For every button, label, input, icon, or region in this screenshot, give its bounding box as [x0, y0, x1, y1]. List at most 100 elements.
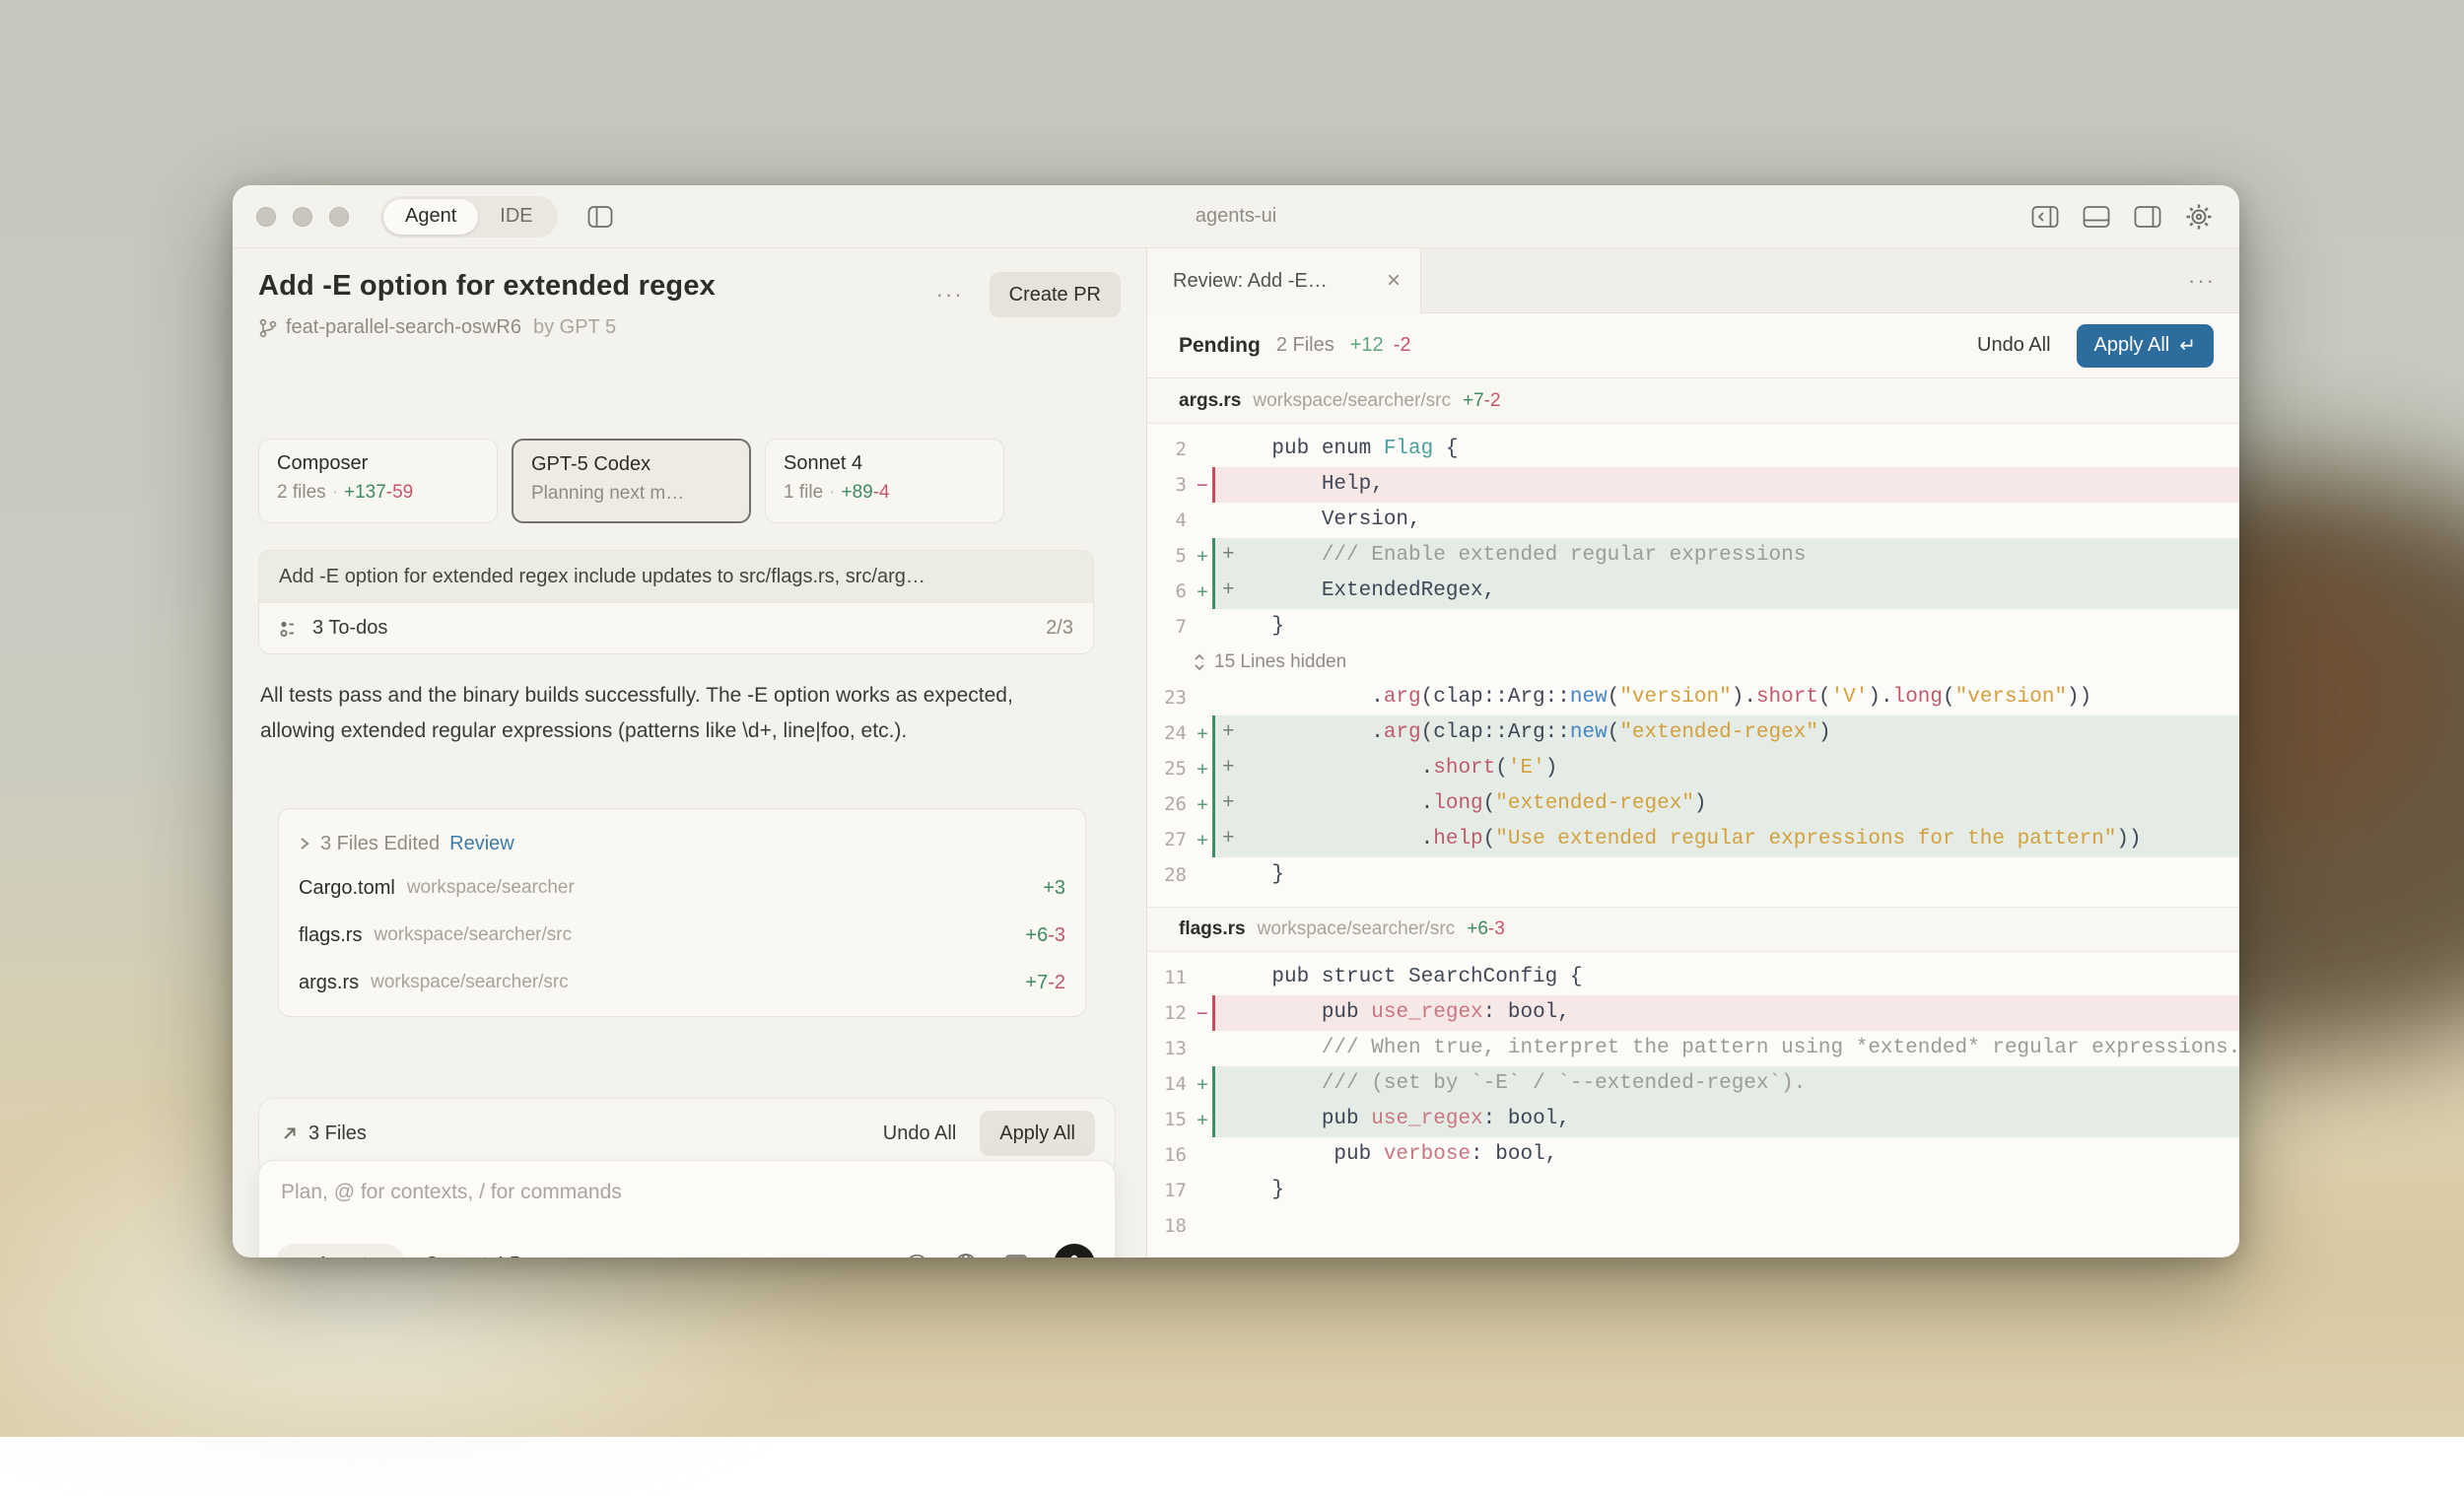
chevron-right-icon — [299, 836, 310, 851]
diff-row-body: + /// Enable extended regular expression… — [1212, 538, 2239, 574]
review-apply-all-button[interactable]: Apply All ↵ — [2077, 324, 2214, 368]
file-path: workspace/searcher/src — [374, 924, 572, 946]
mode-switch: AgentIDE — [380, 196, 558, 238]
diff-marker — [1193, 857, 1212, 893]
branch-name: feat-parallel-search-oswR6 — [286, 316, 521, 339]
diff-row-body: pub struct SearchConfig { — [1212, 960, 2239, 995]
attach-image-icon[interactable] — [1003, 1252, 1029, 1258]
review-tab-bar: Review: Add -E… × ··· — [1147, 248, 2239, 313]
line-number: 3 — [1147, 467, 1193, 503]
diff-row: 7 } — [1147, 609, 2239, 645]
diff-file-name: args.rs — [1179, 390, 1241, 412]
collapse-panel-icon[interactable] — [2030, 202, 2060, 232]
diff-marker — [1193, 609, 1212, 645]
composer-input[interactable]: Plan, @ for contexts, / for commands — [281, 1181, 1093, 1204]
diff-marker: + — [1193, 786, 1212, 822]
thread-menu-button[interactable]: ··· — [936, 282, 964, 307]
agent-card-files: 1 file — [784, 482, 823, 503]
agent-cards: Composer2 files·+137-59GPT-5 CodexPlanni… — [258, 439, 1004, 523]
diff-file-path: workspace/searcher/src — [1258, 918, 1456, 940]
hidden-lines-row[interactable]: 15 Lines hidden — [1147, 645, 2239, 680]
web-search-icon[interactable] — [953, 1252, 979, 1258]
apply-all-label: Apply All — [2094, 334, 2170, 357]
code-line: + .arg(clap::Arg::new("extended-regex") — [1215, 715, 1831, 751]
code-line — [1215, 1208, 1222, 1244]
line-number: 11 — [1147, 960, 1193, 995]
mode-tab-ide[interactable]: IDE — [478, 199, 554, 235]
code-line: } — [1215, 857, 1284, 893]
diff-marker — [1193, 503, 1212, 538]
undo-all-button[interactable]: Undo All — [883, 1122, 957, 1145]
diff-row: 18 — [1147, 1208, 2239, 1244]
agent-card[interactable]: GPT-5 CodexPlanning next m… — [512, 439, 751, 523]
settings-gear-icon[interactable] — [2184, 202, 2214, 232]
agent-card-files: 2 files — [277, 482, 326, 503]
line-number: 26 — [1147, 786, 1193, 822]
todos-row[interactable]: 3 To-dos 2/3 — [259, 602, 1093, 653]
diff-code-block: 11 pub struct SearchConfig {12− pub use_… — [1147, 952, 2239, 1257]
line-number: 4 — [1147, 503, 1193, 538]
review-tab[interactable]: Review: Add -E… × — [1147, 248, 1421, 313]
edited-file-row[interactable]: Cargo.tomlworkspace/searcher+3 — [299, 864, 1065, 912]
diff-file-header[interactable]: args.rsworkspace/searcher/src+7-2 — [1147, 378, 2239, 424]
apply-all-button[interactable]: Apply All — [980, 1111, 1095, 1156]
code-line: + .long("extended-regex") — [1215, 786, 1707, 822]
diff-marker: − — [1193, 995, 1212, 1031]
agent-card-meta: 2 files·+137-59 — [277, 482, 479, 504]
titlebar: AgentIDE agents-ui — [233, 185, 2239, 248]
files-edited-header[interactable]: 3 Files Edited Review — [299, 823, 1065, 864]
diff-file-deletions: -2 — [1484, 390, 1501, 411]
agent-card[interactable]: Sonnet 41 file·+89-4 — [765, 439, 1004, 523]
diff-marker — [1193, 1208, 1212, 1244]
diff-marker — [1193, 1031, 1212, 1066]
diff-marker: + — [1193, 1102, 1212, 1137]
mode-tab-agent[interactable]: Agent — [383, 199, 478, 235]
close-tab-icon[interactable]: × — [1387, 267, 1401, 295]
hidden-lines-inner: 15 Lines hidden — [1147, 651, 1346, 673]
task-box[interactable]: Add -E option for extended regex include… — [258, 550, 1094, 654]
close-window-button[interactable] — [256, 207, 276, 227]
agent-card[interactable]: Composer2 files·+137-59 — [258, 439, 498, 523]
diff-file-header[interactable]: flags.rsworkspace/searcher/src+6-3 — [1147, 907, 2239, 952]
file-deletions: -3 — [1048, 924, 1065, 946]
review-toolbar: Pending 2 Files +12 -2 Undo All Apply Al… — [1147, 313, 2239, 378]
edited-file-row[interactable]: flags.rs workspace/searcher/src +6-3 — [299, 912, 1065, 959]
diff-row-body — [1212, 1208, 2239, 1244]
mention-context-button[interactable]: @ — [904, 1251, 928, 1258]
bottom-panel-icon[interactable] — [2082, 202, 2111, 232]
file-name: flags.rs — [299, 924, 362, 947]
files-edited-label: 3 Files Edited — [320, 833, 440, 855]
diff-marker: + — [1193, 715, 1212, 751]
diff-row-body: + .long("extended-regex") — [1212, 786, 2239, 822]
minimize-window-button[interactable] — [293, 207, 312, 227]
files-count[interactable]: 3 Files — [281, 1122, 367, 1145]
review-menu-button[interactable]: ··· — [2188, 268, 2216, 294]
diff-row-body: + .help("Use extended regular expression… — [1212, 822, 2239, 857]
file-diffstat: +3 — [1043, 877, 1065, 900]
right-panel-icon[interactable] — [2133, 202, 2162, 232]
file-diffstat: +6-3 — [1025, 924, 1065, 947]
sidebar-toggle-icon[interactable] — [585, 202, 615, 232]
line-number: 6 — [1147, 574, 1193, 609]
create-pr-button[interactable]: Create PR — [990, 272, 1121, 317]
diff-marker: − — [1193, 467, 1212, 503]
review-tab-title: Review: Add -E… — [1173, 270, 1328, 293]
microphone-button[interactable] — [1054, 1244, 1095, 1258]
diff-row-body: pub enum Flag { — [1212, 432, 2239, 467]
file-additions: +3 — [1043, 877, 1065, 899]
todos-label: 3 To-dos — [312, 617, 387, 640]
diff-row-body: } — [1212, 609, 2239, 645]
app-title: agents-ui — [1196, 205, 1276, 228]
file-deletions: -2 — [1048, 972, 1065, 993]
agent-mode-dropdown[interactable]: ∞ Agent — [275, 1244, 405, 1258]
review-undo-all-button[interactable]: Undo All — [1977, 334, 2051, 357]
review-link[interactable]: Review — [449, 833, 514, 855]
files-edited-card: 3 Files Edited Review Cargo.tomlworkspac… — [278, 808, 1086, 1017]
model-dropdown[interactable]: Sonnet 4.5 — [425, 1254, 542, 1258]
diff-row-body: pub use_regex: bool, — [1212, 1102, 2239, 1137]
file-diffstat: +7-2 — [1025, 972, 1065, 994]
diff-marker — [1193, 432, 1212, 467]
zoom-window-button[interactable] — [329, 207, 349, 227]
diff-row: 11 pub struct SearchConfig { — [1147, 960, 2239, 995]
edited-file-row[interactable]: args.rsworkspace/searcher/src+7-2 — [299, 959, 1065, 1006]
